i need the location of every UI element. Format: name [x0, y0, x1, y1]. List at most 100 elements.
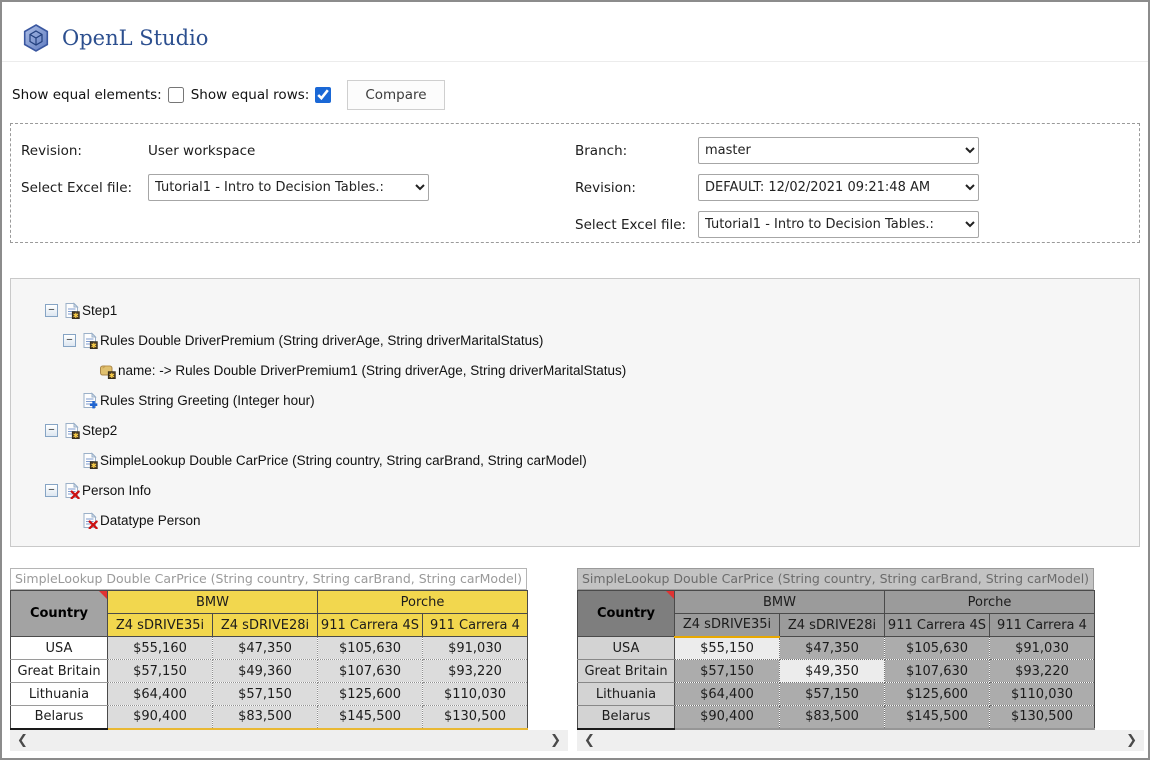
openl-logo-icon	[23, 24, 49, 52]
tree-item-label: name: -> Rules Double DriverPremium1 (St…	[118, 362, 627, 378]
brand-header: Porche	[317, 590, 528, 614]
table-row: USA $55,160 $47,350 $105,630 $91,030	[10, 636, 528, 660]
show-equal-elements-label: Show equal elements:	[12, 87, 162, 103]
collapse-icon[interactable]: −	[45, 303, 58, 317]
left-table-title: SimpleLookup Double CarPrice (String cou…	[10, 568, 527, 590]
collapse-icon[interactable]: −	[45, 483, 58, 497]
property-modified-icon	[100, 365, 116, 379]
sheet-modified-icon	[65, 302, 80, 319]
compare-button[interactable]: Compare	[347, 80, 445, 110]
right-table-hscrollbar[interactable]: ❮ ❯	[577, 729, 1144, 751]
page-title: OpenL Studio	[62, 26, 209, 50]
left-file-label: Select Excel file:	[21, 179, 133, 196]
model-header: 911 Carrera 4S	[317, 613, 423, 637]
price-cell: $105,630	[884, 636, 990, 660]
left-carprice-grid: Country BMW Porche Z4 sDRIVE35i Z4 sDRIV…	[10, 590, 528, 730]
country-cell: USA	[577, 636, 675, 660]
sheet-modified-icon	[83, 452, 98, 469]
tree-item-greeting[interactable]: Rules String Greeting (Integer hour)	[23, 385, 1127, 415]
left-revision-column: Revision: User workspace Select Excel fi…	[21, 137, 575, 242]
tree-item-driverpremium[interactable]: − Rules Double DriverPremium (String dri…	[23, 325, 1127, 355]
scroll-right-icon[interactable]: ❯	[1126, 734, 1137, 747]
price-cell: $57,150	[779, 682, 885, 706]
tree-item-label: Datatype Person	[100, 512, 201, 528]
tree-item-name-property[interactable]: name: -> Rules Double DriverPremium1 (St…	[23, 355, 1127, 385]
left-table: SimpleLookup Double CarPrice (String cou…	[10, 568, 568, 751]
tree-item-label: Step2	[82, 422, 118, 438]
collapse-icon[interactable]: −	[45, 423, 58, 437]
right-table-title: SimpleLookup Double CarPrice (String cou…	[577, 568, 1094, 590]
right-table: SimpleLookup Double CarPrice (String cou…	[577, 568, 1144, 751]
price-cell: $91,030	[989, 636, 1095, 660]
left-excel-file-select[interactable]: Tutorial1 - Intro to Decision Tables.:	[148, 174, 429, 201]
price-cell-changed: $55,150	[674, 635, 780, 660]
show-equal-rows-checkbox[interactable]	[315, 87, 332, 103]
corner-header-cell: Country	[577, 590, 675, 637]
price-cell: $57,150	[212, 682, 318, 706]
table-row: Great Britain $57,150 $49,350 $107,630 $…	[577, 659, 1095, 683]
tree-item-step1[interactable]: − Step1	[23, 295, 1127, 325]
diff-marker-icon	[666, 591, 674, 599]
country-cell: Lithuania	[577, 682, 675, 706]
model-header: 911 Carrera 4	[989, 613, 1095, 637]
model-header: Z4 sDRIVE35i	[674, 613, 780, 637]
tree-item-carprice[interactable]: SimpleLookup Double CarPrice (String cou…	[23, 445, 1127, 475]
price-cell: $130,500	[989, 705, 1095, 730]
price-cell: $145,500	[884, 705, 990, 730]
right-file-label: Select Excel file:	[575, 216, 687, 233]
scroll-left-icon[interactable]: ❮	[584, 734, 595, 747]
price-cell: $107,630	[317, 659, 423, 683]
brand-header: BMW	[107, 590, 318, 614]
right-revision-select[interactable]: DEFAULT: 12/02/2021 09:21:48 AM	[698, 174, 979, 201]
price-cell: $83,500	[779, 705, 885, 730]
tree-item-step2[interactable]: − Step2	[23, 415, 1127, 445]
tree-item-label: SimpleLookup Double CarPrice (String cou…	[100, 452, 587, 468]
left-revision-label: Revision:	[21, 142, 82, 159]
price-cell: $83,500	[212, 705, 318, 730]
branch-label: Branch:	[575, 142, 628, 159]
right-excel-file-select[interactable]: Tutorial1 - Intro to Decision Tables.:	[698, 211, 979, 238]
country-cell: USA	[10, 636, 108, 660]
table-row: USA $55,150 $47,350 $105,630 $91,030	[577, 635, 1095, 660]
scroll-right-icon[interactable]: ❯	[550, 734, 561, 747]
left-revision-value: User workspace	[148, 142, 256, 159]
show-equal-elements-checkbox[interactable]	[167, 87, 184, 103]
price-cell: $105,630	[317, 636, 423, 660]
price-cell: $93,220	[422, 659, 528, 683]
tree-item-label: Rules Double DriverPremium (String drive…	[100, 332, 544, 348]
collapse-icon[interactable]: −	[63, 333, 76, 347]
table-row: Lithuania $64,400 $57,150 $125,600 $110,…	[577, 682, 1095, 706]
price-cell: $107,630	[884, 659, 990, 683]
compare-toolbar: Show equal elements: Show equal rows: Co…	[12, 80, 1148, 110]
price-cell: $57,150	[674, 659, 780, 683]
price-cell: $93,220	[989, 659, 1095, 683]
price-cell: $130,500	[422, 705, 528, 730]
model-header: 911 Carrera 4S	[884, 613, 990, 637]
table-row: Lithuania $64,400 $57,150 $125,600 $110,…	[10, 682, 528, 706]
right-revision-column: Branch: master Revision: DEFAULT: 12/02/…	[575, 137, 1129, 242]
price-cell: $145,500	[317, 705, 423, 730]
app-header: OpenL Studio	[2, 2, 1148, 62]
country-cell: Great Britain	[10, 659, 108, 683]
sheet-deleted-icon	[83, 512, 98, 529]
left-table-hscrollbar[interactable]: ❮ ❯	[10, 729, 568, 751]
branch-select[interactable]: master	[698, 137, 979, 164]
diff-marker-icon	[99, 591, 107, 599]
sheet-modified-icon	[83, 332, 98, 349]
price-cell: $47,350	[212, 636, 318, 660]
tree-item-datatype-person[interactable]: Datatype Person	[23, 505, 1127, 535]
price-cell: $125,600	[884, 682, 990, 706]
model-header: Z4 sDRIVE28i	[212, 613, 318, 637]
price-cell: $47,350	[779, 636, 885, 660]
sheet-deleted-icon	[65, 482, 80, 499]
right-carprice-grid: Country BMW Porche Z4 sDRIVE35i Z4 sDRIV…	[577, 590, 1095, 730]
diff-tree-panel: − Step1 − Rules Double DriverPremium (St…	[10, 278, 1140, 547]
revision-selection-panel: Revision: User workspace Select Excel fi…	[10, 123, 1140, 243]
tree-item-person-info[interactable]: − Person Info	[23, 475, 1127, 505]
right-revision-label: Revision:	[575, 179, 636, 196]
country-cell: Belarus	[10, 705, 108, 730]
model-header: 911 Carrera 4	[422, 613, 528, 637]
country-cell: Belarus	[577, 705, 675, 730]
scroll-left-icon[interactable]: ❮	[17, 734, 28, 747]
price-cell: $49,360	[212, 659, 318, 683]
